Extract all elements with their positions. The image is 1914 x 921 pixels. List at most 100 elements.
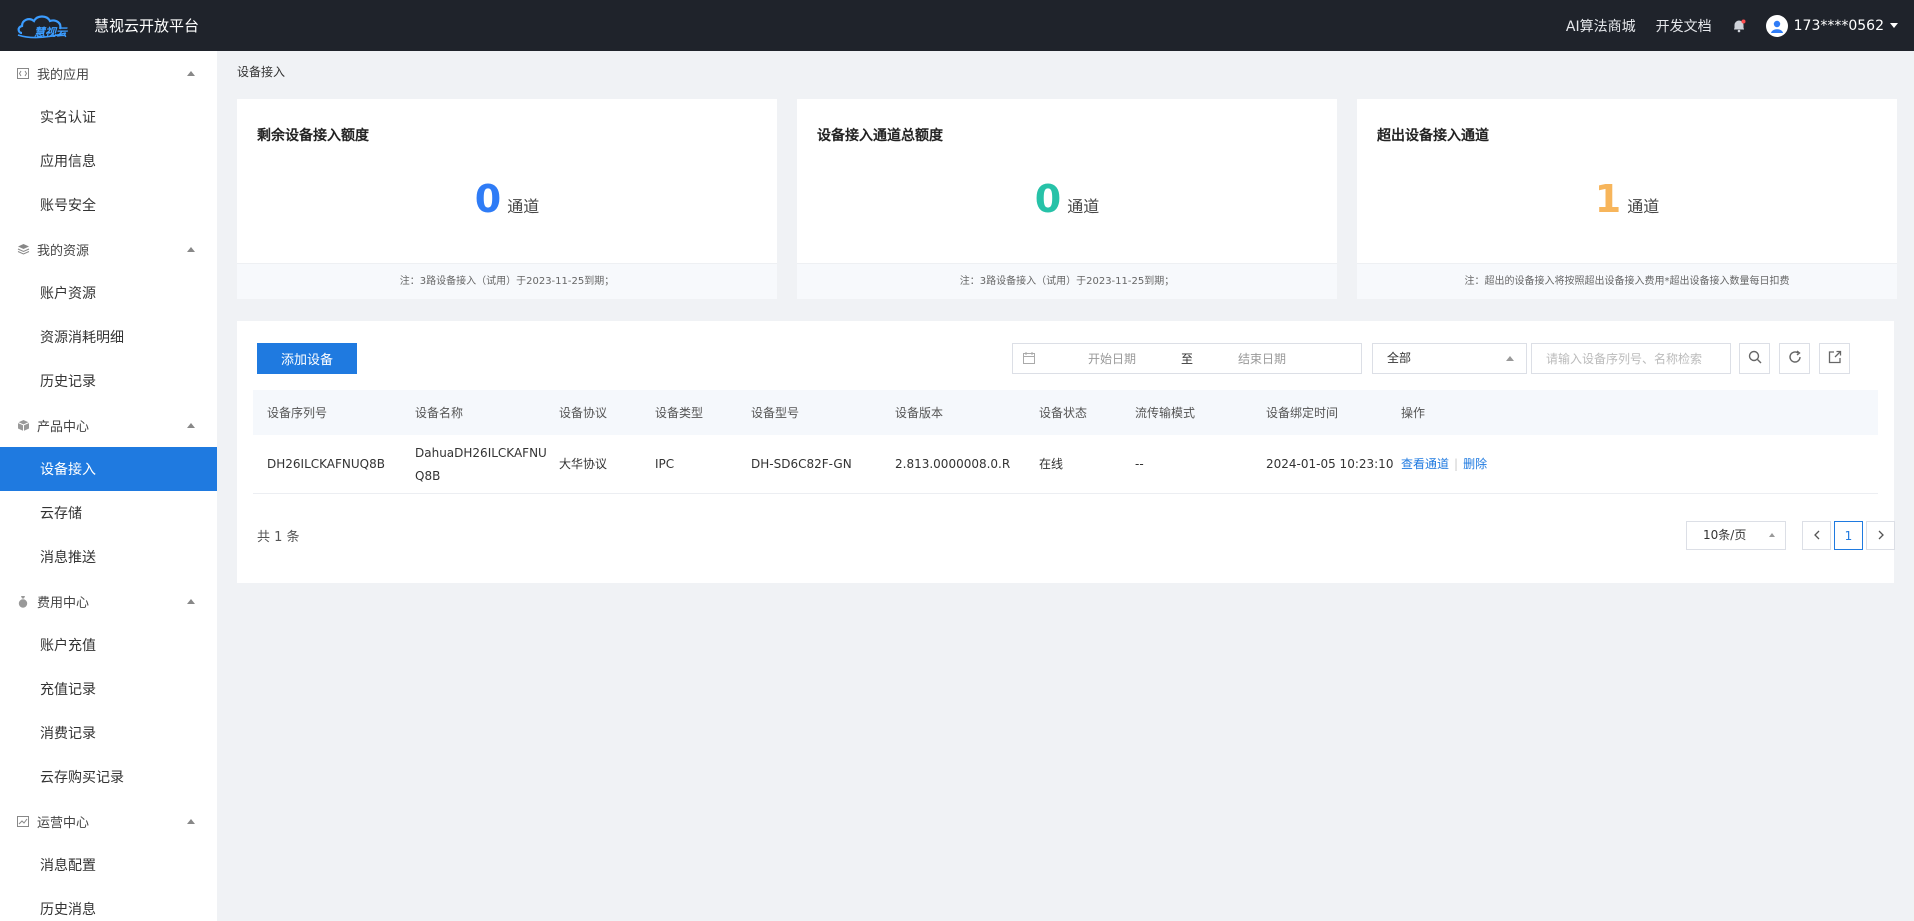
cell-version: 2.813.0000008.0.R: [895, 457, 1011, 471]
column-header: 设备类型: [655, 406, 704, 420]
column-header: 设备型号: [751, 406, 800, 420]
chevron-up-icon: [187, 247, 195, 252]
page-number-button[interactable]: 1: [1834, 521, 1863, 550]
user-name: 173****0562: [1793, 17, 1884, 34]
avatar: [1765, 14, 1788, 37]
cell-protocol: 大华协议: [559, 457, 608, 471]
ai-store-link[interactable]: AI算法商城: [1566, 16, 1636, 36]
user-menu[interactable]: 173****0562: [1765, 14, 1898, 37]
brand-logo: 慧视云: [16, 11, 82, 41]
device-name-line: DahuaDH26ILCKAFNU: [415, 445, 547, 460]
sidebar-item-account-resources[interactable]: 账户资源: [0, 271, 217, 315]
quota-exceeded-card: 超出设备接入通道 1 通道 注：超出的设备接入将按照超出设备接入费用*超出设备接入…: [1357, 99, 1897, 299]
status-badge: 在线: [1039, 457, 1064, 471]
column-header: 设备绑定时间: [1266, 406, 1339, 420]
card-value: 0: [1034, 177, 1062, 221]
brand[interactable]: 慧视云 慧视云开放平台: [16, 11, 199, 41]
total-count: 共 1 条: [257, 530, 300, 545]
view-channels-link[interactable]: 查看通道: [1401, 453, 1449, 476]
sidebar-group-label: 运营中心: [37, 815, 90, 831]
sidebar-item-resource-consumption[interactable]: 资源消耗明细: [0, 315, 217, 359]
sidebar-group-label: 产品中心: [37, 419, 90, 435]
money-bag-icon: [16, 594, 30, 608]
dev-docs-link[interactable]: 开发文档: [1656, 16, 1712, 36]
chevron-down-icon: [1890, 23, 1898, 28]
sidebar-item-history[interactable]: 历史记录: [0, 359, 217, 403]
cell-stream-mode: --: [1135, 457, 1144, 471]
card-note: 注：3路设备接入（试用）于2023-11-25到期；: [237, 263, 777, 299]
sidebar-group-my-resources[interactable]: 我的资源: [0, 227, 217, 271]
sidebar: 我的应用 实名认证 应用信息 账号安全 我的资源 账户资源 资源消耗明细 历史记…: [0, 51, 217, 921]
card-value: 0: [474, 177, 502, 221]
box-icon: [16, 418, 30, 432]
card-unit: 通道: [1627, 197, 1660, 216]
column-header: 设备名称: [415, 406, 464, 420]
prev-page-button[interactable]: [1802, 521, 1831, 550]
app-title: 慧视云开放平台: [94, 17, 200, 35]
chevron-up-icon: [187, 423, 195, 428]
column-header: 设备版本: [895, 406, 944, 420]
export-button[interactable]: [1819, 343, 1850, 374]
bell-icon[interactable]: [1732, 18, 1748, 34]
sidebar-group-operation-center[interactable]: 运营中心: [0, 799, 217, 843]
start-date-input[interactable]: 开始日期: [1057, 350, 1167, 367]
sidebar-item-account-security[interactable]: 账号安全: [0, 183, 217, 227]
search-button[interactable]: [1739, 343, 1770, 374]
refresh-button[interactable]: [1779, 343, 1810, 374]
cell-serial: DH26ILCKAFNUQ8B: [267, 457, 385, 471]
main-content: 设备接入 剩余设备接入额度 0 通道 注：3路设备接入（试用）于2023-11-2…: [217, 51, 1914, 921]
sidebar-group-product-center[interactable]: 产品中心: [0, 403, 217, 447]
filter-value: 全部: [1387, 351, 1412, 365]
sidebar-item-cloud-purchase-records[interactable]: 云存购买记录: [0, 755, 217, 799]
cell-device-name: DahuaDH26ILCKAFNU Q8B: [415, 436, 547, 493]
sidebar-item-recharge-records[interactable]: 充值记录: [0, 667, 217, 711]
sidebar-group-label: 我的应用: [37, 67, 90, 83]
sidebar-item-consumption-records[interactable]: 消费记录: [0, 711, 217, 755]
sidebar-group-my-apps[interactable]: 我的应用: [0, 51, 217, 95]
next-page-button[interactable]: [1866, 521, 1895, 550]
sidebar-item-history-messages[interactable]: 历史消息: [0, 887, 217, 921]
sidebar-group-billing-center[interactable]: 费用中心: [0, 579, 217, 623]
column-header: 设备协议: [559, 406, 608, 420]
cell-type: IPC: [655, 457, 675, 471]
sidebar-item-cloud-storage[interactable]: 云存储: [0, 491, 217, 535]
layers-icon: [16, 242, 30, 256]
quota-remaining-card: 剩余设备接入额度 0 通道 注：3路设备接入（试用）于2023-11-25到期；: [237, 99, 777, 299]
sidebar-item-device-access[interactable]: 设备接入: [0, 447, 217, 491]
sidebar-item-app-info[interactable]: 应用信息: [0, 139, 217, 183]
add-device-button[interactable]: 添加设备: [257, 343, 357, 374]
sidebar-item-recharge[interactable]: 账户充值: [0, 623, 217, 667]
page-size-value: 10条/页: [1703, 528, 1747, 542]
table-header: 设备序列号 设备名称 设备协议 设备类型 设备型号 设备版本 设备状态 流传输模…: [253, 390, 1878, 435]
sidebar-group-label: 费用中心: [37, 595, 90, 611]
search-icon: [1748, 350, 1762, 368]
column-header: 流传输模式: [1135, 406, 1196, 420]
cell-bind-time: 2024-01-05 10:23:10: [1266, 457, 1394, 471]
sidebar-item-message-push[interactable]: 消息推送: [0, 535, 217, 579]
delete-link[interactable]: 删除: [1463, 453, 1487, 476]
device-list-panel: 添加设备 开始日期 至 结束日期 全部 设备序列号 设备名称 设备协议 设备类型…: [237, 321, 1895, 583]
sidebar-item-real-name-auth[interactable]: 实名认证: [0, 95, 217, 139]
sidebar-item-message-config[interactable]: 消息配置: [0, 843, 217, 887]
card-value: 1: [1594, 177, 1622, 221]
top-bar: 慧视云 慧视云开放平台 AI算法商城 开发文档 173****0562: [0, 0, 1914, 51]
breadcrumb: 设备接入: [237, 65, 286, 79]
search-input[interactable]: [1531, 343, 1731, 374]
divider: |: [1454, 457, 1459, 471]
sidebar-group-label: 我的资源: [37, 243, 90, 259]
chevron-up-icon: [1769, 533, 1775, 537]
page-size-select[interactable]: 10条/页: [1686, 521, 1786, 550]
end-date-input[interactable]: 结束日期: [1207, 350, 1317, 367]
chevron-up-icon: [187, 599, 195, 604]
refresh-icon: [1788, 349, 1802, 368]
date-range-picker[interactable]: 开始日期 至 结束日期: [1012, 343, 1362, 374]
card-note: 注：超出的设备接入将按照超出设备接入费用*超出设备接入数量每日扣费: [1357, 263, 1897, 299]
chevron-right-icon: [1877, 529, 1885, 543]
card-title: 剩余设备接入额度: [257, 128, 369, 144]
column-header: 设备状态: [1039, 406, 1088, 420]
status-filter-select[interactable]: 全部: [1372, 343, 1527, 374]
chart-icon: [16, 814, 30, 828]
quota-total-card: 设备接入通道总额度 0 通道 注：3路设备接入（试用）于2023-11-25到期；: [797, 99, 1337, 299]
card-title: 设备接入通道总额度: [817, 128, 943, 144]
chevron-left-icon: [1813, 529, 1821, 543]
